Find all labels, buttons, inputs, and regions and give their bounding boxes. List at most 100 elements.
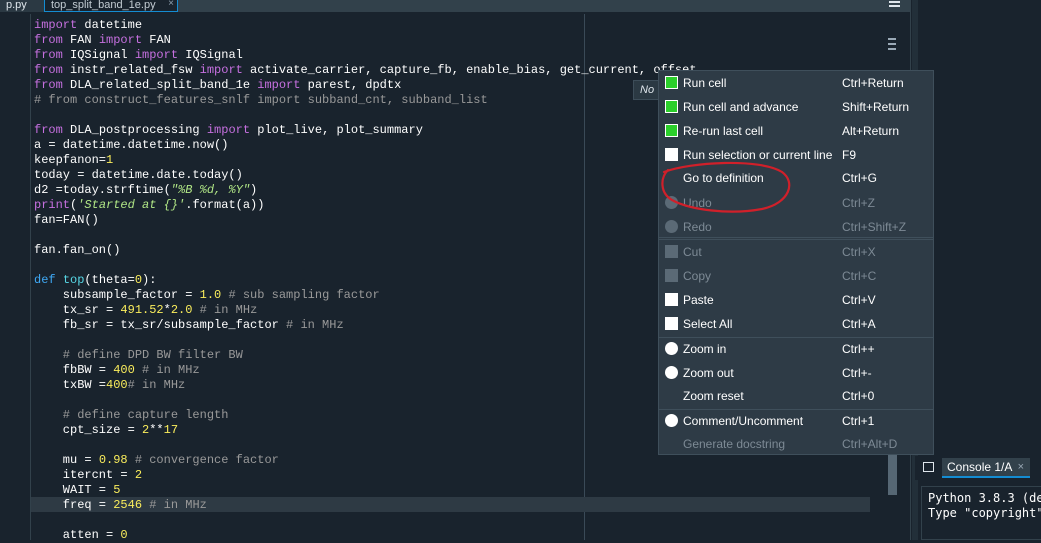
- menu-item-shortcut: Ctrl+C: [842, 269, 877, 283]
- cut-icon: [665, 245, 678, 258]
- code-token: fan=FAN(): [34, 213, 99, 227]
- code-token: from: [34, 33, 63, 47]
- code-line[interactable]: from DLA_postprocessing import plot_live…: [34, 123, 697, 138]
- menu-item-run-selection-or-current-line[interactable]: Run selection or current line F9: [659, 144, 933, 166]
- scroll-up-icon-2[interactable]: [888, 43, 896, 45]
- menu-item-label: Paste: [683, 293, 714, 307]
- hamburger-menu-icon[interactable]: [886, 0, 904, 12]
- menu-item-select-all[interactable]: Select All Ctrl+A: [659, 313, 933, 335]
- menu-item-shortcut: Ctrl+G: [842, 171, 878, 185]
- code-line[interactable]: [34, 393, 697, 408]
- menu-item-shortcut: Ctrl+-: [842, 366, 872, 380]
- code-line[interactable]: itercnt = 2: [34, 468, 697, 483]
- console-tab[interactable]: Console 1/A ×: [942, 458, 1030, 478]
- menu-item-zoom-out[interactable]: Zoom out Ctrl+-: [659, 362, 933, 384]
- menu-item-label: Zoom out: [683, 366, 734, 380]
- code-line[interactable]: keepfanon=1: [34, 153, 697, 168]
- code-token: datetime: [77, 18, 143, 32]
- code-line[interactable]: fb_sr = tx_sr/subsample_factor # in MHz: [34, 318, 697, 333]
- code-token: # in MHz: [127, 378, 186, 392]
- vertical-scrollbar-handle[interactable]: [888, 455, 897, 495]
- code-line[interactable]: freq = 2546 # in MHz: [34, 498, 697, 513]
- code-token: # from construct_features_snlf import su…: [34, 93, 488, 107]
- code-token: **: [149, 423, 164, 437]
- code-token: # convergence factor: [127, 453, 279, 467]
- code-line[interactable]: [34, 438, 697, 453]
- scroll-up-icon[interactable]: [888, 38, 896, 40]
- redo-icon: [665, 220, 678, 233]
- code-line[interactable]: def top(theta=0):: [34, 273, 697, 288]
- code-line[interactable]: tx_sr = 491.52*2.0 # in MHz: [34, 303, 697, 318]
- code-line[interactable]: mu = 0.98 # convergence factor: [34, 453, 697, 468]
- scroll-up-icon-3[interactable]: [888, 48, 896, 50]
- console-tab-close-icon[interactable]: ×: [1018, 458, 1024, 476]
- code-text[interactable]: import datetime from FAN import FAN from I…: [34, 18, 697, 543]
- code-token: freq =: [34, 498, 114, 512]
- code-line[interactable]: from DLA_related_split_band_1e import pa…: [34, 78, 697, 93]
- code-token: # in MHz: [142, 498, 207, 512]
- menu-item-zoom-in[interactable]: Zoom in Ctrl++: [659, 338, 933, 360]
- code-line[interactable]: # from construct_features_snlf import su…: [34, 93, 697, 108]
- code-line[interactable]: txBW =400# in MHz: [34, 378, 697, 393]
- console-icon: [923, 462, 934, 472]
- code-line[interactable]: fbBW = 400 # in MHz: [34, 363, 697, 378]
- code-line[interactable]: d2 =today.strftime("%B %d, %Y"): [34, 183, 697, 198]
- comment-icon: [665, 414, 678, 427]
- console-tab-label: Console 1/A: [947, 460, 1013, 474]
- code-line[interactable]: # define capture length: [34, 408, 697, 423]
- code-token: # define capture length: [34, 408, 229, 422]
- select-all-icon: [665, 317, 678, 330]
- menu-item-go-to-definition[interactable]: Go to definition Ctrl+G: [659, 167, 933, 189]
- menu-item-label: Generate docstring: [683, 437, 786, 451]
- code-line[interactable]: [34, 258, 697, 273]
- menu-separator: [659, 239, 933, 240]
- code-line[interactable]: cpt_size = 2**17: [34, 423, 697, 438]
- code-token: import: [199, 63, 243, 77]
- code-line[interactable]: # define DPD BW filter BW: [34, 348, 697, 363]
- code-line[interactable]: [34, 513, 697, 528]
- menu-item-label: Run selection or current line: [683, 148, 833, 162]
- tab-label: top_split_band_1e.py: [51, 0, 156, 11]
- menu-item-label: Cut: [683, 245, 702, 259]
- code-line[interactable]: from FAN import FAN: [34, 33, 697, 48]
- menu-item-run-cell[interactable]: Run cell Ctrl+Return: [659, 72, 933, 94]
- code-line[interactable]: a = datetime.datetime.now(): [34, 138, 697, 153]
- code-line[interactable]: import datetime: [34, 18, 697, 33]
- menu-item-label: Zoom reset: [683, 389, 744, 403]
- code-line[interactable]: [34, 108, 697, 123]
- code-token: cpt_size =: [34, 423, 143, 437]
- console-output[interactable]: Python 3.8.3 (de Type "copyright": [921, 486, 1041, 540]
- code-line[interactable]: print('Started at {}'.format(a)): [34, 198, 697, 213]
- code-line[interactable]: atten = 0: [34, 528, 697, 543]
- menu-item-label: Select All: [683, 317, 733, 331]
- code-token: DLA_postprocessing: [62, 123, 207, 137]
- code-line[interactable]: subsample_factor = 1.0 # sub sampling fa…: [34, 288, 697, 303]
- menu-item-zoom-reset[interactable]: Zoom reset Ctrl+0: [659, 385, 933, 407]
- code-token: import: [134, 48, 179, 62]
- code-line[interactable]: from instr_related_fsw import activate_c…: [34, 63, 697, 78]
- code-token: import: [206, 123, 251, 137]
- menu-separator: [659, 237, 933, 238]
- paste-icon: [665, 293, 678, 306]
- code-line[interactable]: today = datetime.date.today(): [34, 168, 697, 183]
- tab-close-icon[interactable]: ×: [168, 0, 174, 9]
- menu-item-comment-uncomment[interactable]: Comment/Uncomment Ctrl+1: [659, 410, 933, 432]
- code-line[interactable]: [34, 228, 697, 243]
- code-line[interactable]: WAIT = 5: [34, 483, 697, 498]
- tab-current-file[interactable]: top_split_band_1e.py ×: [44, 0, 178, 12]
- code-line[interactable]: fan=FAN(): [34, 213, 697, 228]
- console-line: Python 3.8.3 (de: [928, 491, 1041, 505]
- code-token: # in MHz: [192, 303, 258, 317]
- menu-item-paste[interactable]: Paste Ctrl+V: [659, 289, 933, 311]
- code-line[interactable]: [34, 333, 697, 348]
- code-line[interactable]: fan.fan_on(): [34, 243, 697, 258]
- code-token: # in MHz: [134, 363, 200, 377]
- menu-item-re-run-last-cell[interactable]: Re-run last cell Alt+Return: [659, 120, 933, 142]
- code-token: (theta=: [84, 273, 135, 287]
- code-token: 491.52: [120, 303, 164, 317]
- menu-item-label: Redo: [683, 220, 712, 234]
- code-line[interactable]: from IQSignal import IQSignal: [34, 48, 697, 63]
- menu-item-run-cell-and-advance[interactable]: Run cell and advance Shift+Return: [659, 96, 933, 118]
- code-token: import: [34, 18, 78, 32]
- code-token: IQSignal: [62, 48, 135, 62]
